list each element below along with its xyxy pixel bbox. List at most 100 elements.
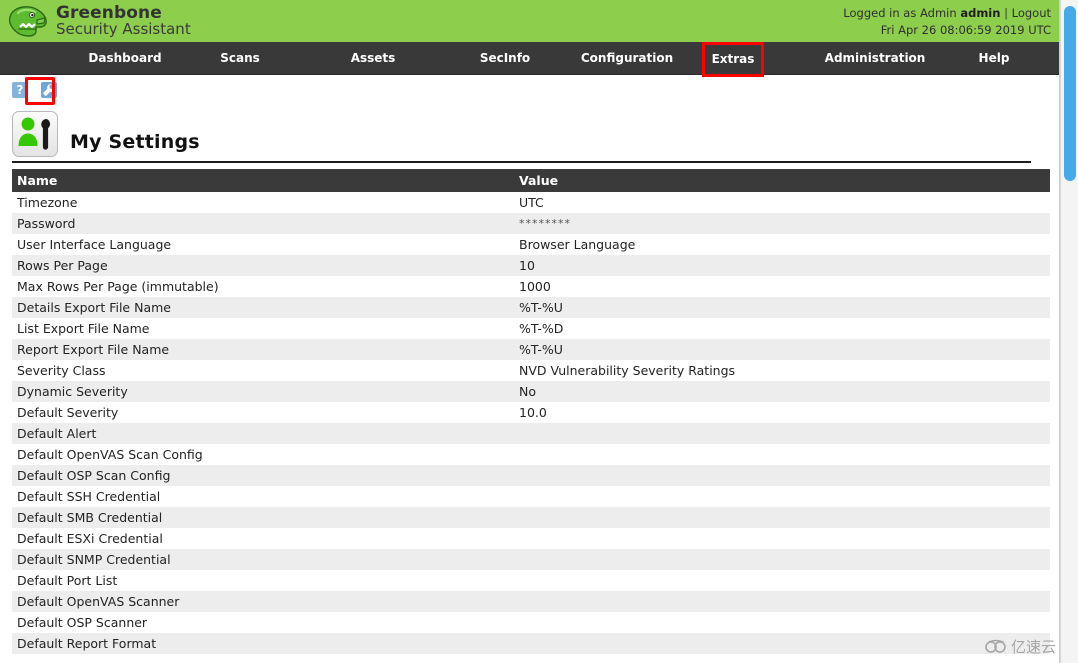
setting-name-cell: Default OpenVAS Scanner: [17, 594, 180, 609]
setting-value-cell: [514, 570, 1050, 591]
table-row[interactable]: Default Report Format: [12, 633, 1050, 654]
table-row[interactable]: Rows Per Page 10: [12, 255, 1050, 276]
settings-table-body: Timezone UTC Password ******** User Interfac…: [12, 192, 1050, 654]
setting-name-cell: List Export File Name: [17, 321, 150, 336]
logout-link[interactable]: Logout: [1012, 6, 1051, 20]
title-divider: [12, 161, 1031, 163]
setting-value-cell: No: [519, 384, 536, 399]
greenbone-dragon-logo: [8, 6, 47, 37]
settings-table: Name Value Timezone UTC Password ******** Us…: [12, 169, 1050, 654]
table-row[interactable]: User Interface Language Browser Language: [12, 234, 1050, 255]
app-header: Greenbone Security Assistant Logged in a…: [0, 0, 1059, 42]
nav-item-extras[interactable]: Extras: [702, 42, 764, 77]
my-settings-person-wrench-icon: [12, 111, 58, 157]
setting-value-cell: [514, 549, 1050, 570]
wrench-edit-icon[interactable]: [41, 82, 58, 98]
table-row[interactable]: Default SMB Credential: [12, 507, 1050, 528]
setting-value-cell: 10.0: [519, 405, 547, 420]
setting-name-cell: Details Export File Name: [17, 300, 171, 315]
nav-item-configuration[interactable]: Configuration: [542, 42, 712, 75]
table-row[interactable]: Default ESXi Credential: [12, 528, 1050, 549]
nav-item-administration[interactable]: Administration: [790, 42, 960, 75]
setting-value-cell: NVD Vulnerability Severity Ratings: [519, 363, 736, 378]
setting-value-cell: Browser Language: [519, 237, 636, 252]
brand-text: Greenbone Security Assistant: [56, 4, 191, 37]
setting-value-cell: %T-%D: [519, 321, 564, 336]
browser-page: Greenbone Security Assistant Logged in a…: [0, 0, 1078, 663]
setting-name-cell: Default OSP Scanner: [17, 615, 148, 630]
table-row[interactable]: Max Rows Per Page (immutable) 1000: [12, 276, 1050, 297]
session-separator: |: [1004, 6, 1008, 20]
table-row[interactable]: Details Export File Name %T-%U: [12, 297, 1050, 318]
user-role: Admin: [920, 6, 957, 20]
setting-name-cell: Dynamic Severity: [17, 384, 128, 399]
setting-value-cell: [514, 591, 1050, 612]
setting-name-cell: Default OpenVAS Scan Config: [17, 447, 203, 462]
table-row[interactable]: Timezone UTC: [12, 192, 1050, 213]
tool-icon-bar: ?: [0, 75, 1059, 105]
setting-value-cell: %T-%U: [519, 342, 563, 357]
nav-item-help[interactable]: Help: [939, 42, 1049, 75]
setting-name-cell: Timezone: [17, 195, 78, 210]
setting-name-cell: Password: [17, 216, 76, 231]
setting-value-cell: 1000: [519, 279, 551, 294]
setting-name-cell: Default Alert: [17, 426, 97, 441]
table-row[interactable]: Password ********: [12, 213, 1050, 234]
setting-value-cell: [514, 612, 1050, 633]
setting-name-cell: Default SSH Credential: [17, 489, 161, 504]
table-row[interactable]: Report Export File Name %T-%U: [12, 339, 1050, 360]
setting-name-cell: Default SMB Credential: [17, 510, 163, 525]
logged-in-prefix: Logged in as: [843, 6, 917, 20]
table-row[interactable]: Severity Class NVD Vulnerability Severity…: [12, 360, 1050, 381]
setting-value-cell: [514, 423, 1050, 444]
page-title-row: My Settings: [0, 105, 1059, 157]
setting-name-cell: Max Rows Per Page (immutable): [17, 279, 219, 294]
table-header-row: Name Value: [12, 169, 1050, 192]
setting-name-cell: Default Severity: [17, 405, 119, 420]
table-row[interactable]: Default SSH Credential: [12, 486, 1050, 507]
table-row[interactable]: Default SNMP Credential: [12, 549, 1050, 570]
setting-value-cell: UTC: [519, 195, 544, 210]
setting-name-cell: Default Port List: [17, 573, 118, 588]
setting-name-cell: Default Report Format: [17, 636, 157, 651]
setting-name-cell: Default SNMP Credential: [17, 552, 171, 567]
table-row[interactable]: Dynamic Severity No: [12, 381, 1050, 402]
help-question-icon[interactable]: ?: [12, 82, 28, 98]
setting-name-cell: Default OSP Scan Config: [17, 468, 171, 483]
setting-value-cell: ********: [519, 217, 571, 230]
table-row[interactable]: List Export File Name %T-%D: [12, 318, 1050, 339]
table-row[interactable]: Default Alert: [12, 423, 1050, 444]
setting-value-cell: [514, 507, 1050, 528]
column-header-value[interactable]: Value: [514, 169, 1050, 192]
setting-name-cell: Severity Class: [17, 363, 106, 378]
session-info: Logged in as Admin admin | Logout Fri Ap…: [843, 0, 1059, 38]
setting-value-cell: [514, 486, 1050, 507]
setting-value-cell: [514, 528, 1050, 549]
setting-name-cell: Report Export File Name: [17, 342, 170, 357]
table-row[interactable]: Default OpenVAS Scan Config: [12, 444, 1050, 465]
table-row[interactable]: Default Port List: [12, 570, 1050, 591]
setting-name-cell: Rows Per Page: [17, 258, 108, 273]
scrollbar-thumb[interactable]: [1064, 6, 1076, 181]
brand-line-2: Security Assistant: [56, 20, 191, 39]
setting-value-cell: 10: [519, 258, 535, 273]
main-navigation: Dashboard Scans Assets SecInfo Configura…: [0, 42, 1059, 77]
server-datetime: Fri Apr 26 08:06:59 2019 UTC: [880, 22, 1051, 37]
vertical-scrollbar[interactable]: [1060, 0, 1078, 663]
content-area: ? My Settings Name Value Timezone UTC Pa…: [0, 75, 1059, 654]
table-row[interactable]: Default OSP Scanner: [12, 612, 1050, 633]
user-name: admin: [960, 6, 1001, 20]
column-header-name[interactable]: Name: [12, 169, 514, 192]
table-row[interactable]: Default Severity 10.0: [12, 402, 1050, 423]
setting-name-cell: User Interface Language: [17, 237, 172, 252]
brand-block: Greenbone Security Assistant: [0, 0, 191, 42]
setting-value-cell: [514, 444, 1050, 465]
table-row[interactable]: Default OpenVAS Scanner: [12, 591, 1050, 612]
setting-value-cell: [514, 465, 1050, 486]
page-title: My Settings: [70, 131, 200, 153]
setting-name-cell: Default ESXi Credential: [17, 531, 163, 546]
setting-value-cell: [514, 633, 1050, 654]
setting-value-cell: %T-%U: [519, 300, 563, 315]
session-line: Logged in as Admin admin | Logout: [843, 5, 1051, 22]
table-row[interactable]: Default OSP Scan Config: [12, 465, 1050, 486]
